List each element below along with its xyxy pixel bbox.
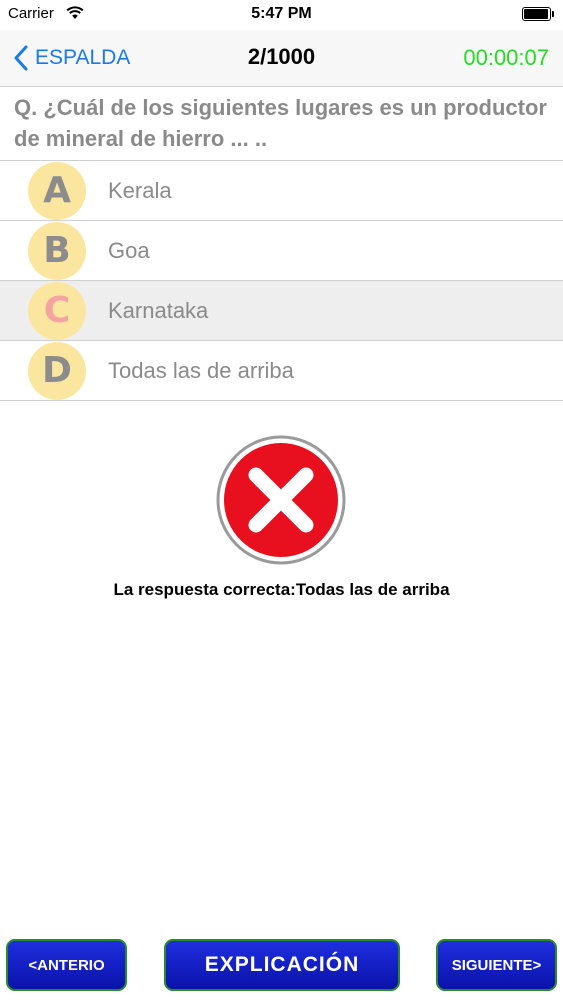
option-badge: C xyxy=(28,282,86,340)
option-text: Goa xyxy=(108,238,150,263)
option-b[interactable]: B Goa xyxy=(0,220,563,280)
option-text: Kerala xyxy=(108,178,172,203)
battery-icon xyxy=(522,7,554,21)
wrong-x-icon xyxy=(216,435,346,565)
previous-button[interactable]: <ANTERIO xyxy=(6,939,127,991)
status-time: 5:47 PM xyxy=(251,5,312,22)
explanation-button[interactable]: EXPLICACIÓN xyxy=(164,939,400,991)
option-text: Karnataka xyxy=(108,298,209,323)
option-text: Todas las de arriba xyxy=(108,358,294,383)
option-badge: A xyxy=(28,162,86,220)
option-c[interactable]: C Karnataka xyxy=(0,280,563,340)
option-a[interactable]: A Kerala xyxy=(0,160,563,220)
option-d[interactable]: D Todas las de arriba xyxy=(0,340,563,401)
status-bar: Carrier 5:47 PM xyxy=(0,0,563,30)
option-badge: D xyxy=(28,342,86,400)
next-button[interactable]: SIGUIENTE> xyxy=(436,939,557,991)
nav-bar: ESPALDA 2/1000 00:00:07 xyxy=(0,30,563,87)
options-list: A Kerala B Goa C Karnataka D Todas las d… xyxy=(0,160,563,401)
timer: 00:00:07 xyxy=(463,45,549,70)
option-badge: B xyxy=(28,222,86,280)
question-text: Q. ¿Cuál de los siguientes lugares es un… xyxy=(14,95,547,151)
correct-answer-text: La respuesta correcta:Todas las de arrib… xyxy=(113,580,450,599)
